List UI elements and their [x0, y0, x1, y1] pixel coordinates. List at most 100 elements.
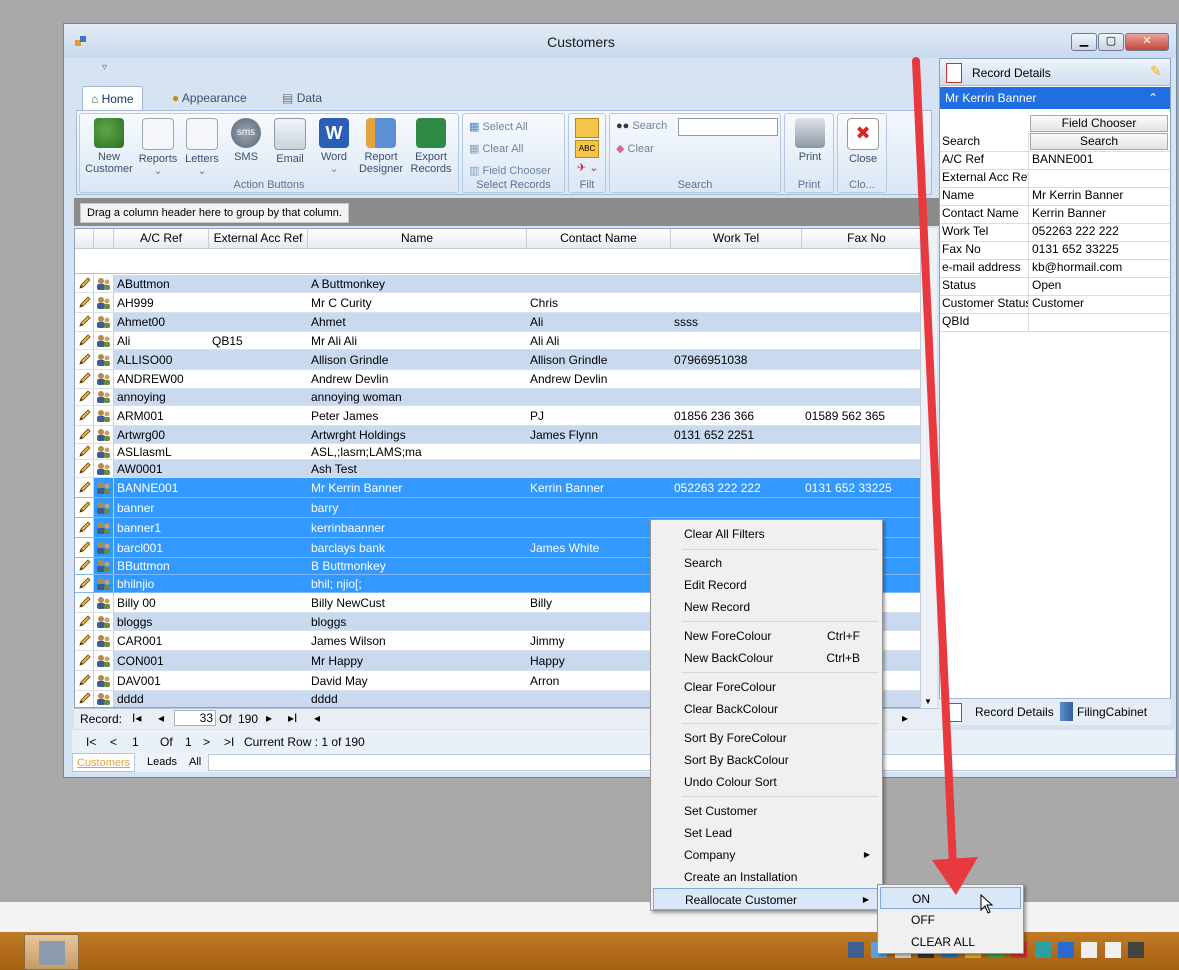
cell-ext[interactable]: [209, 370, 308, 388]
filter-row[interactable]: [75, 249, 931, 274]
reports-button[interactable]: Reports ⌄: [136, 118, 180, 177]
menu-item-clear-backcolour[interactable]: Clear BackColour: [653, 698, 880, 720]
cell-ref[interactable]: ASLlasmL: [114, 444, 209, 459]
cell-ext[interactable]: [209, 538, 308, 557]
table-row[interactable]: ALLISO00 Allison Grindle Allison Grindle 07…: [75, 350, 931, 370]
edit-record-pencil-icon[interactable]: [75, 558, 94, 574]
cell-ext[interactable]: [209, 426, 308, 443]
cell-ref[interactable]: BButtmon: [114, 558, 209, 574]
cell-ref[interactable]: bhilnjio: [114, 575, 209, 592]
cell-contact[interactable]: [527, 498, 671, 517]
menu-item-set-lead[interactable]: Set Lead: [653, 822, 880, 844]
edit-record-pencil-icon[interactable]: [75, 613, 94, 630]
filter-dropdown-icon[interactable]: ✈ ⌄: [577, 161, 599, 174]
table-row[interactable]: ASLlasmL ASL,;lasm;LAMS;ma: [75, 444, 931, 460]
menu-item-search[interactable]: Search: [653, 552, 880, 574]
cell-ref[interactable]: annoying: [114, 389, 209, 405]
cell-name[interactable]: bloggs: [308, 613, 527, 630]
cell-ref[interactable]: AW0001: [114, 460, 209, 477]
cell-name[interactable]: ASL,;lasm;LAMS;ma: [308, 444, 527, 459]
cell-ref[interactable]: CAR001: [114, 631, 209, 650]
cell-tel[interactable]: [671, 293, 802, 312]
field-value[interactable]: Customer: [1032, 295, 1168, 312]
tab-filing-cabinet[interactable]: FilingCabinet: [1077, 705, 1147, 719]
tab-all[interactable]: All: [189, 756, 201, 768]
cell-ref[interactable]: Ahmet00: [114, 313, 209, 331]
filter-icon[interactable]: [575, 118, 599, 138]
table-row[interactable]: annoying annoying woman: [75, 389, 931, 406]
cell-tel[interactable]: [671, 275, 802, 292]
group-by-bar[interactable]: Drag a column header here to group by th…: [74, 198, 942, 226]
table-row[interactable]: AButtmon A Buttmonkey: [75, 275, 931, 293]
cell-ref[interactable]: BANNE001: [114, 478, 209, 497]
email-button[interactable]: Email: [268, 118, 312, 165]
record-first-button[interactable]: I◂: [132, 711, 141, 725]
cell-tel[interactable]: [671, 444, 802, 459]
table-row[interactable]: banner barry: [75, 498, 931, 518]
cell-name[interactable]: Mr Kerrin Banner: [308, 478, 527, 497]
cell-contact[interactable]: [527, 275, 671, 292]
cell-tel[interactable]: [671, 332, 802, 349]
cell-name[interactable]: barry: [308, 498, 527, 517]
nav-prev-button[interactable]: <: [110, 735, 117, 749]
cell-name[interactable]: dddd: [308, 691, 527, 707]
cell-ref[interactable]: CON001: [114, 651, 209, 670]
cell-contact[interactable]: Allison Grindle: [527, 350, 671, 369]
cell-ref[interactable]: Artwrg00: [114, 426, 209, 443]
edit-record-pencil-icon[interactable]: [75, 275, 94, 292]
nav-next-button[interactable]: >: [203, 735, 210, 749]
tab-leads[interactable]: Leads: [147, 756, 177, 768]
cell-ref[interactable]: Billy 00: [114, 593, 209, 612]
edit-record-pencil-icon[interactable]: [75, 538, 94, 557]
word-button[interactable]: W Word ⌄: [312, 118, 356, 175]
menu-item-sort-by-backcolour[interactable]: Sort By BackColour: [653, 749, 880, 771]
field-value[interactable]: Mr Kerrin Banner: [1032, 187, 1168, 204]
select-all-button[interactable]: ▦ Select All: [469, 120, 528, 133]
cell-name[interactable]: Mr Ali Ali: [308, 332, 527, 349]
edit-record-pencil-icon[interactable]: [75, 426, 94, 443]
cell-tel[interactable]: 07966951038: [671, 350, 802, 369]
edit-record-pencil-icon[interactable]: [75, 671, 94, 690]
table-row[interactable]: Ahmet00 Ahmet Ali ssss: [75, 313, 931, 332]
filter-abc-icon[interactable]: ABC: [575, 140, 599, 158]
letters-button[interactable]: Letters ⌄: [180, 118, 224, 177]
edit-record-pencil-icon[interactable]: [75, 631, 94, 650]
cell-contact[interactable]: Ali: [527, 313, 671, 331]
tab-customers[interactable]: Customers: [72, 753, 136, 772]
cell-ext[interactable]: [209, 350, 308, 369]
cell-name[interactable]: David May: [308, 671, 527, 690]
collapse-icon[interactable]: ⌃: [1148, 87, 1158, 109]
cell-name[interactable]: A Buttmonkey: [308, 275, 527, 292]
cell-ext[interactable]: [209, 593, 308, 612]
table-row[interactable]: Ali QB15 Mr Ali Ali Ali Ali: [75, 332, 931, 350]
field-chooser-ribbon-button[interactable]: ▥ Field Chooser: [469, 164, 551, 177]
edit-record-pencil-icon[interactable]: [75, 498, 94, 517]
menu-item-edit-record[interactable]: Edit Record: [653, 574, 880, 596]
tab-appearance[interactable]: ● Appearance: [164, 86, 255, 110]
edit-record-pencil-icon[interactable]: [75, 350, 94, 369]
edit-record-pencil-icon[interactable]: [75, 406, 94, 425]
print-button[interactable]: Print: [788, 118, 832, 163]
cell-name[interactable]: Billy NewCust: [308, 593, 527, 612]
horizontal-scroll-left-icon[interactable]: ◂: [314, 711, 320, 725]
pin-icon[interactable]: ✎: [1150, 63, 1162, 80]
cell-ext[interactable]: [209, 631, 308, 650]
edit-record-pencil-icon[interactable]: [75, 293, 94, 312]
cell-contact[interactable]: [527, 444, 671, 459]
cell-ext[interactable]: [209, 389, 308, 405]
cell-contact[interactable]: [527, 389, 671, 405]
field-value[interactable]: 0131 652 33225: [1032, 241, 1168, 258]
cell-name[interactable]: Allison Grindle: [308, 350, 527, 369]
cell-tel[interactable]: [671, 460, 802, 477]
cell-ref[interactable]: dddd: [114, 691, 209, 707]
edit-record-pencil-icon[interactable]: [75, 691, 94, 707]
menu-item-new-record[interactable]: New Record: [653, 596, 880, 618]
cell-tel[interactable]: ssss: [671, 313, 802, 331]
taskbar-app-button[interactable]: [24, 934, 79, 970]
edit-record-pencil-icon[interactable]: [75, 444, 94, 459]
menu-item-create-an-installation[interactable]: Create an Installation: [653, 866, 880, 888]
cell-tel[interactable]: 052263 222 222: [671, 478, 802, 497]
record-current-input[interactable]: 33: [174, 710, 216, 726]
maximize-button[interactable]: ▢: [1098, 33, 1124, 51]
edit-record-pencil-icon[interactable]: [75, 575, 94, 592]
